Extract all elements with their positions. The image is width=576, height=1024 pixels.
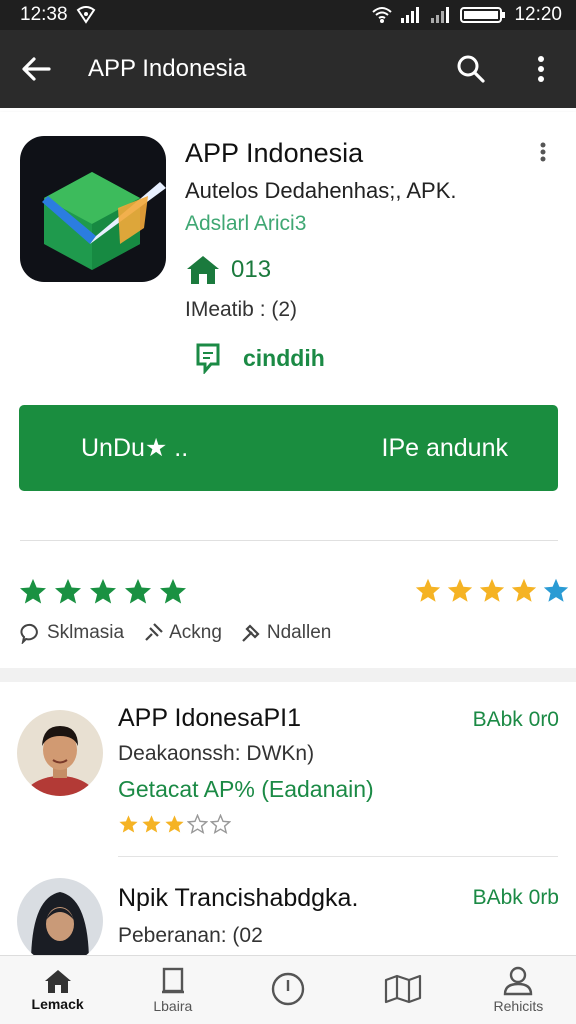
app-developer[interactable]: Adslarl Arici3: [185, 212, 306, 236]
section-separator: [0, 668, 576, 682]
chip-label: Ackng: [169, 622, 222, 643]
pin-icon: [145, 623, 163, 641]
avatar: [17, 710, 103, 796]
nav-clock[interactable]: [230, 956, 345, 1024]
star-icon: [479, 578, 505, 602]
app-tag[interactable]: cinddih: [195, 342, 325, 374]
back-arrow-icon: [22, 57, 51, 81]
avatar: [17, 878, 103, 955]
app-logo-icon: [42, 172, 166, 270]
list-divider: [118, 856, 558, 857]
install-button[interactable]: UnDu★ .. IPe andunk: [19, 405, 558, 491]
nav-profile[interactable]: Rehicits: [461, 956, 576, 1024]
chip-1[interactable]: Sklmasia: [20, 622, 124, 644]
hammer-icon: [242, 624, 260, 642]
install-right-label: IPe andunk: [381, 433, 509, 462]
comment-icon: [20, 623, 38, 644]
chip-label: Ndallen: [266, 622, 332, 643]
profile-icon: [504, 966, 533, 996]
list-item-price: BAbk 0r0: [472, 708, 559, 731]
nav-label: Lbaira: [153, 998, 193, 1014]
wifi-icon: [372, 7, 393, 23]
nav-label: Lemack: [31, 996, 84, 1012]
notification-icon: [76, 6, 95, 24]
bookmark-icon: [196, 343, 220, 374]
status-time-right: 12:20: [514, 4, 562, 25]
app-bar: APP Indonesia: [0, 30, 576, 108]
app-detail-card: APP Indonesia Autelos Dedahenhas;, APK. …: [0, 112, 576, 668]
rating-stars-green: [18, 577, 188, 607]
app-subtitle: Autelos Dedahenhas;, APK.: [185, 178, 457, 203]
star-icon: [165, 815, 184, 833]
more-vert-icon: [538, 56, 544, 82]
list-item-subtitle: Deakaonssh: DWKn): [118, 742, 315, 765]
more-options-button[interactable]: [506, 55, 576, 83]
star-icon: [90, 578, 116, 604]
search-button[interactable]: [436, 54, 506, 84]
signal-icon-2: [431, 7, 450, 23]
more-vert-icon: [540, 142, 546, 162]
bottom-navigation: Lemack Lbaira Rehicits: [0, 955, 576, 1024]
star-icon: [55, 578, 81, 604]
app-rating-value: 013: [231, 256, 272, 283]
status-time-left: 12:38: [20, 4, 68, 25]
list-item-title: Npik Trancishabdgka.: [118, 884, 359, 912]
chip-label: Sklmasia: [47, 622, 125, 643]
app-name: APP Indonesia: [185, 138, 364, 168]
home-icon: [44, 970, 71, 993]
nav-library[interactable]: Lbaira: [115, 956, 230, 1024]
star-icon: [142, 815, 161, 833]
star-icon: [210, 814, 231, 835]
nav-map[interactable]: [346, 956, 461, 1024]
list-item-subtitle: Peberanan: (02: [118, 924, 263, 947]
star-icon: [160, 578, 186, 604]
star-icon: [125, 578, 151, 604]
app-meta: IMeatib : (2): [185, 298, 298, 321]
star-icon: [511, 578, 537, 602]
map-icon: [385, 974, 422, 1004]
list-item[interactable]: APP IdonesaPI1 BAbk 0r0 Deakaonssh: DWKn…: [0, 682, 576, 856]
divider: [20, 540, 558, 541]
star-icon: [20, 578, 46, 604]
star-icon: [543, 578, 569, 602]
star-icon: [119, 815, 138, 833]
list-item-title: APP IdonesaPI1: [118, 704, 302, 732]
back-button[interactable]: [0, 56, 72, 82]
person-photo-icon: [17, 710, 103, 796]
star-icon: [447, 578, 473, 602]
list-item-detail: Getacat AP% (Eadanain): [118, 776, 374, 802]
nav-label: Rehicits: [493, 998, 544, 1014]
app-icon: [20, 136, 166, 282]
appbar-title: APP Indonesia: [88, 55, 247, 82]
install-left-label: UnDu★ ..: [81, 434, 189, 462]
list-item[interactable]: Npik Trancishabdgka. BAbk 0rb Peberanan:…: [0, 858, 576, 955]
clock-icon: [271, 972, 305, 1006]
nav-home[interactable]: Lemack: [0, 956, 115, 1024]
chip-row: Sklmasia Ackng Ndallen: [20, 622, 331, 644]
card-overflow-button[interactable]: [540, 142, 546, 167]
app-rating-row: 013: [185, 254, 271, 286]
list-item-price: BAbk 0rb: [472, 886, 559, 909]
chip-3[interactable]: Ndallen: [240, 622, 331, 644]
battery-icon: [460, 7, 506, 23]
search-icon: [457, 55, 485, 83]
list-item-stars: [118, 814, 231, 835]
rating-stars-gold: [414, 577, 570, 605]
star-icon: [415, 578, 441, 602]
app-tag-label: cinddih: [243, 344, 325, 371]
person-photo-icon: [17, 878, 103, 955]
star-icon: [187, 814, 208, 835]
status-bar: 12:38 12:20: [0, 0, 576, 30]
signal-icon: [401, 7, 420, 23]
chip-2[interactable]: Ackng: [142, 622, 222, 644]
house-icon: [187, 256, 219, 284]
book-icon: [161, 967, 184, 994]
